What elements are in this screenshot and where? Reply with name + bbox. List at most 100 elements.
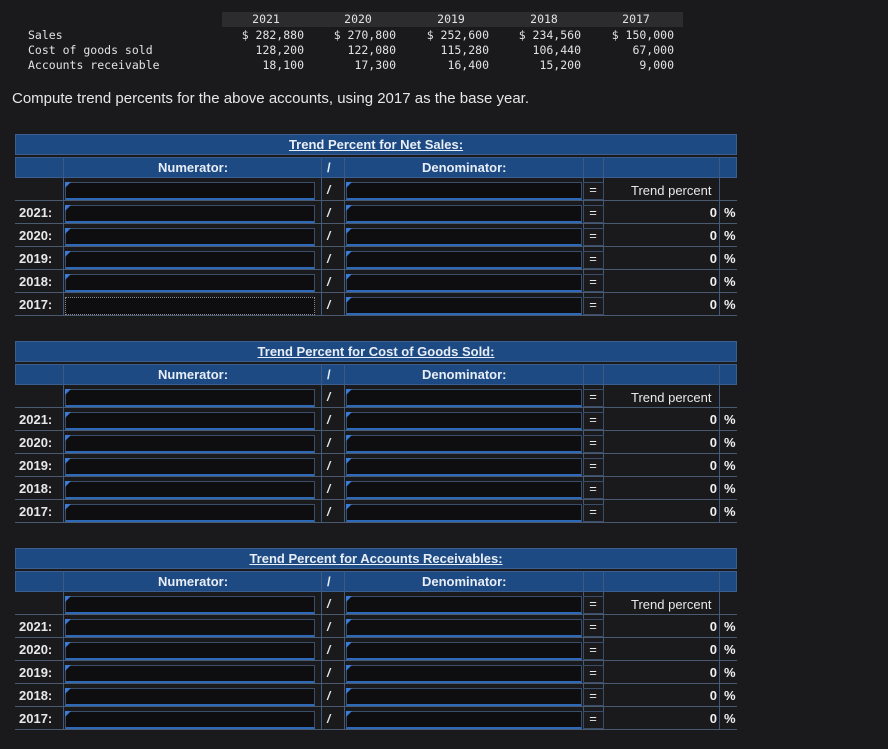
numerator-input[interactable] [65,504,315,522]
divide-sign: / [327,275,331,289]
divide-sign: / [327,666,331,680]
year-label: 2019: [19,458,53,473]
divide-sign: / [327,206,331,220]
year-row: 2020: / = 0% [15,640,737,661]
denominator-input[interactable] [346,274,582,292]
denominator-input[interactable] [346,458,582,476]
numerator-input[interactable] [65,665,315,683]
denominator-input[interactable] [346,251,582,269]
equals-sign: = [589,412,597,427]
denominator-input[interactable] [346,665,582,683]
year-label: 2021: [19,619,53,634]
input-marker-icon [346,481,352,487]
input-marker-icon [346,458,352,464]
equals-sign: = [589,251,597,266]
value-cell: $ 252,600 [426,28,489,42]
numerator-header-input[interactable] [65,389,315,407]
value-cell: 9,000 [639,58,674,72]
denominator-input[interactable] [346,688,582,706]
denominator-input[interactable] [346,481,582,499]
equals-sign: = [589,205,597,220]
cogs-row: Cost of goods sold 128,200 122,080 115,2… [0,43,690,58]
input-marker-icon [65,458,71,464]
equals-sign: = [589,711,597,726]
equals-sign: = [589,481,597,496]
section-title-bar: Trend Percent for Cost of Goods Sold: [15,341,737,362]
row-divider [15,407,737,408]
denominator-input[interactable] [346,412,582,430]
numerator-input[interactable] [65,688,315,706]
numerator-input[interactable] [65,711,315,729]
percent-sign: % [724,228,736,243]
value-cell: $ 282,880 [241,28,304,42]
trend-percent-value: 0 [709,205,717,220]
section-title-bar: Trend Percent for Net Sales: [15,134,737,155]
divide-sign: / [327,505,331,519]
trend-percent-value: 0 [709,481,717,496]
numerator-input[interactable] [65,205,315,223]
percent-sign: % [724,481,736,496]
input-marker-icon [65,481,71,487]
equals-sign: = [589,228,597,243]
row-divider [15,660,737,661]
numerator-input[interactable] [65,274,315,292]
row-label: Sales [28,28,63,42]
input-marker-icon [346,251,352,257]
slash-header: / [327,367,331,382]
row-divider [15,292,737,293]
column-header-bar: Numerator: / Denominator: [15,364,737,385]
trend-percent-value: 0 [709,412,717,427]
trend-percent-value: 0 [709,619,717,634]
numerator-input[interactable] [65,228,315,246]
row-divider [15,269,737,270]
numerator-input[interactable] [65,619,315,637]
denominator-input[interactable] [346,619,582,637]
percent-sign: % [724,688,736,703]
percent-sign: % [724,619,736,634]
year-row: 2018: / = 0% [15,686,737,707]
input-marker-icon [346,182,352,188]
numerator-input[interactable] [65,481,315,499]
numerator-input[interactable] [65,458,315,476]
denominator-input[interactable] [346,435,582,453]
numerator-input[interactable] [65,412,315,430]
denominator-input[interactable] [346,711,582,729]
numerator-input[interactable] [65,642,315,660]
input-marker-icon [65,619,71,625]
numerator-header: Numerator: [158,367,229,382]
denominator-header-input[interactable] [346,596,582,614]
percent-sign: % [724,205,736,220]
denominator-input[interactable] [346,642,582,660]
section-title: Trend Percent for Cost of Goods Sold: [257,344,495,359]
numerator-input[interactable] [65,435,315,453]
value-cell: $ 270,800 [333,28,396,42]
value-cell: 16,400 [447,58,489,72]
input-marker-icon [65,711,71,717]
input-marker-icon [65,389,71,395]
year-label: 2020: [19,228,53,243]
row-divider [15,614,737,615]
denominator-input[interactable] [346,228,582,246]
equals-sign: = [589,182,597,197]
equals-sign: = [589,274,597,289]
numerator-header-input[interactable] [65,596,315,614]
value-cell: 15,200 [539,58,581,72]
denominator-header-input[interactable] [346,182,582,200]
numerator-input[interactable] [65,297,315,315]
input-marker-icon [346,228,352,234]
percent-sign: % [724,458,736,473]
percent-sign: % [724,711,736,726]
percent-sign: % [724,251,736,266]
numerator-input[interactable] [65,251,315,269]
denominator-header-input[interactable] [346,389,582,407]
denominator-input[interactable] [346,297,582,315]
input-marker-icon [65,274,71,280]
row-divider [15,522,737,523]
denominator-input[interactable] [346,504,582,522]
numerator-header-input[interactable] [65,182,315,200]
denominator-input[interactable] [346,205,582,223]
input-marker-icon [65,504,71,510]
year-label: 2018: [19,481,53,496]
row-label: Accounts receivable [28,58,160,72]
input-marker-icon [346,205,352,211]
